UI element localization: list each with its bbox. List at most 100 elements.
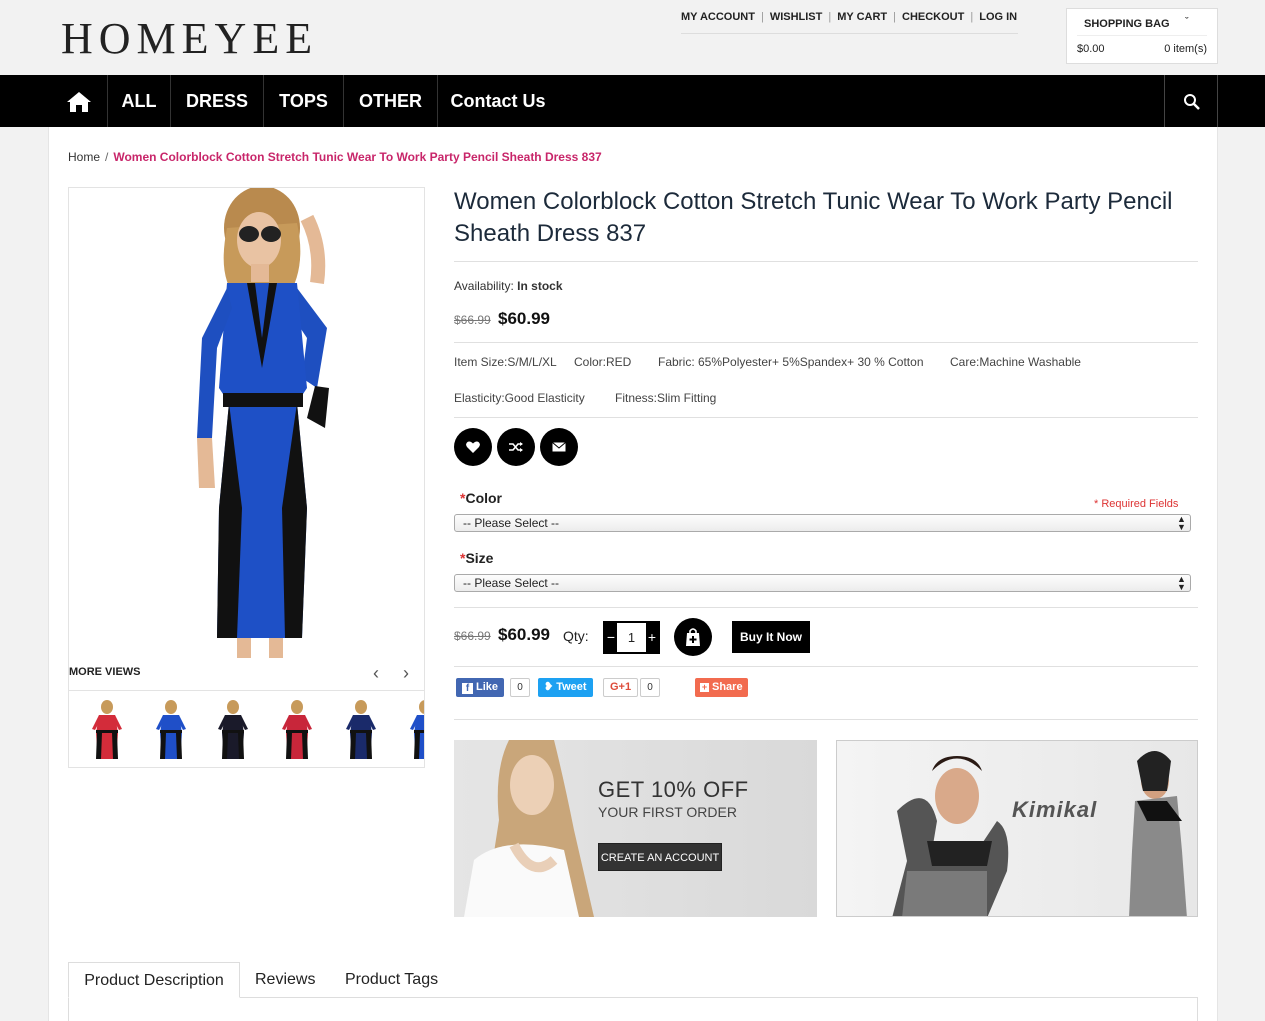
- spec-elasticity: Elasticity:Good Elasticity: [454, 391, 585, 405]
- updown-arrows-icon: ▲ ▼: [1177, 514, 1186, 532]
- divider: [454, 666, 1198, 667]
- thumbnail-3[interactable]: [213, 699, 253, 761]
- dress-thumbnail-icon: [218, 700, 248, 759]
- my-account-link[interactable]: MY ACCOUNT: [681, 11, 755, 23]
- old-price: $66.99: [454, 629, 491, 643]
- thumbnail-6[interactable]: [405, 699, 424, 761]
- gplus-count: 0: [640, 678, 660, 697]
- checkout-link[interactable]: CHECKOUT: [902, 11, 964, 23]
- divider: [454, 417, 1198, 418]
- color-select[interactable]: -- Please Select -- ▲ ▼: [454, 514, 1191, 532]
- thumbnail-5[interactable]: [341, 699, 381, 761]
- share-button[interactable]: + Share: [695, 678, 748, 697]
- availability-value: In stock: [517, 279, 563, 293]
- buy-now-button[interactable]: Buy It Now: [732, 621, 810, 653]
- create-account-button[interactable]: CREATE AN ACCOUNT: [598, 843, 722, 871]
- promo-subline: YOUR FIRST ORDER: [598, 804, 737, 820]
- qty-decrease-button[interactable]: −: [605, 623, 617, 652]
- nav-item-tops[interactable]: TOPS: [264, 75, 344, 127]
- nav-item-contact[interactable]: Contact Us: [438, 75, 558, 127]
- dress-thumbnail-icon: [410, 700, 424, 759]
- link-separator: |: [828, 11, 832, 23]
- brand-logo: Kimikal: [1012, 797, 1098, 822]
- login-link[interactable]: LOG IN: [979, 11, 1017, 23]
- share-label: Share: [712, 681, 743, 693]
- chevron-right-icon[interactable]: ›: [403, 664, 409, 682]
- thumbnail-1[interactable]: [87, 699, 127, 761]
- availability-label: Availability:: [454, 279, 514, 293]
- wishlist-button[interactable]: [454, 428, 492, 466]
- envelope-icon: [552, 442, 566, 452]
- wishlist-link[interactable]: WISHLIST: [770, 11, 823, 23]
- my-cart-link[interactable]: MY CART: [837, 11, 887, 23]
- breadcrumb: Home / Women Colorblock Cotton Stretch Tun…: [68, 150, 602, 164]
- facebook-like-button[interactable]: f Like: [456, 678, 505, 697]
- shopping-bag-icon: [686, 628, 700, 646]
- chevron-left-icon[interactable]: ‹: [373, 664, 379, 682]
- current-price: $60.99: [498, 309, 550, 328]
- nav-item-all[interactable]: ALL: [108, 75, 171, 127]
- spec-fitness: Fitness:Slim Fitting: [615, 391, 717, 405]
- bag-item-count: 0 item(s): [1164, 43, 1207, 55]
- nav-item-dress[interactable]: DRESS: [171, 75, 264, 127]
- dress-thumbnail-icon: [92, 700, 122, 759]
- breadcrumb-home[interactable]: Home: [68, 150, 100, 164]
- divider: [454, 719, 1198, 720]
- add-to-cart-button[interactable]: [674, 618, 712, 656]
- like-count: 0: [510, 678, 530, 697]
- link-separator: |: [760, 11, 764, 23]
- required-fields-note: * Required Fields: [1094, 498, 1179, 510]
- shuffle-icon: [509, 442, 523, 452]
- divider: [454, 342, 1198, 343]
- tab-product-description[interactable]: Product Description: [68, 962, 240, 998]
- product-photo: [197, 188, 329, 658]
- dress-thumbnail-icon: [156, 700, 186, 759]
- thumbnail-strip: [69, 690, 424, 767]
- main-product-image[interactable]: [68, 187, 425, 768]
- model-photo: [892, 751, 1187, 916]
- size-select[interactable]: -- Please Select -- ▲ ▼: [454, 574, 1191, 592]
- tweet-button[interactable]: ❥ Tweet: [538, 678, 593, 697]
- spec-care: Care:Machine Washable: [950, 355, 1081, 369]
- breadcrumb-current: Women Colorblock Cotton Stretch Tunic We…: [113, 150, 602, 164]
- google-plus-button[interactable]: G+1: [603, 678, 639, 697]
- updown-arrows-icon: ▲ ▼: [1177, 574, 1186, 592]
- tab-product-tags[interactable]: Product Tags: [345, 962, 438, 998]
- breadcrumb-separator: /: [105, 150, 109, 164]
- qty-input[interactable]: 1: [619, 623, 644, 652]
- promo-banner-discount[interactable]: GET 10% OFF YOUR FIRST ORDER CREATE AN A…: [454, 740, 817, 917]
- dress-thumbnail-icon: [346, 700, 376, 759]
- nav-item-other[interactable]: OTHER: [344, 75, 438, 127]
- size-label-text: Size: [465, 550, 494, 566]
- thumbnail-4[interactable]: [277, 699, 317, 761]
- current-price: $60.99: [498, 625, 550, 644]
- site-logo[interactable]: HOMEYEE: [61, 17, 318, 61]
- compare-button[interactable]: [497, 428, 535, 466]
- twitter-icon: ❥: [544, 681, 554, 693]
- size-field-label: *Size: [460, 550, 493, 566]
- color-field-label: *Color: [460, 490, 502, 506]
- tweet-label: Tweet: [556, 681, 587, 693]
- spec-fabric: Fabric: 65%Polyester+ 5%Spandex+ 30 % Co…: [658, 355, 924, 369]
- home-icon: [66, 92, 91, 112]
- shopping-bag[interactable]: SHOPPING BAG ˇ $0.00 0 item(s): [1066, 8, 1218, 64]
- tab-reviews[interactable]: Reviews: [255, 962, 315, 998]
- email-friend-button[interactable]: [540, 428, 578, 466]
- color-select-value: -- Please Select --: [463, 516, 560, 530]
- spec-color: Color:RED: [574, 355, 632, 369]
- promo-headline: GET 10% OFF: [598, 777, 749, 802]
- old-price: $66.99: [454, 313, 491, 327]
- heart-icon: [466, 441, 480, 453]
- link-separator: |: [970, 11, 974, 23]
- search-button[interactable]: [1164, 75, 1218, 127]
- promo-banner-brand[interactable]: Kimikal: [836, 740, 1198, 917]
- link-separator: |: [893, 11, 897, 23]
- dress-thumbnail-icon: [282, 700, 312, 759]
- account-links: MY ACCOUNT | WISHLIST | MY CART | CHECKOUT | LOG…: [681, 11, 1018, 34]
- qty-increase-button[interactable]: +: [646, 623, 658, 652]
- nav-home[interactable]: [49, 75, 108, 127]
- chevron-down-icon[interactable]: ˇ: [1185, 16, 1189, 28]
- thumbnail-2[interactable]: [151, 699, 191, 761]
- quantity-stepper[interactable]: − 1 +: [603, 621, 660, 654]
- tab-panel: [68, 997, 1198, 1021]
